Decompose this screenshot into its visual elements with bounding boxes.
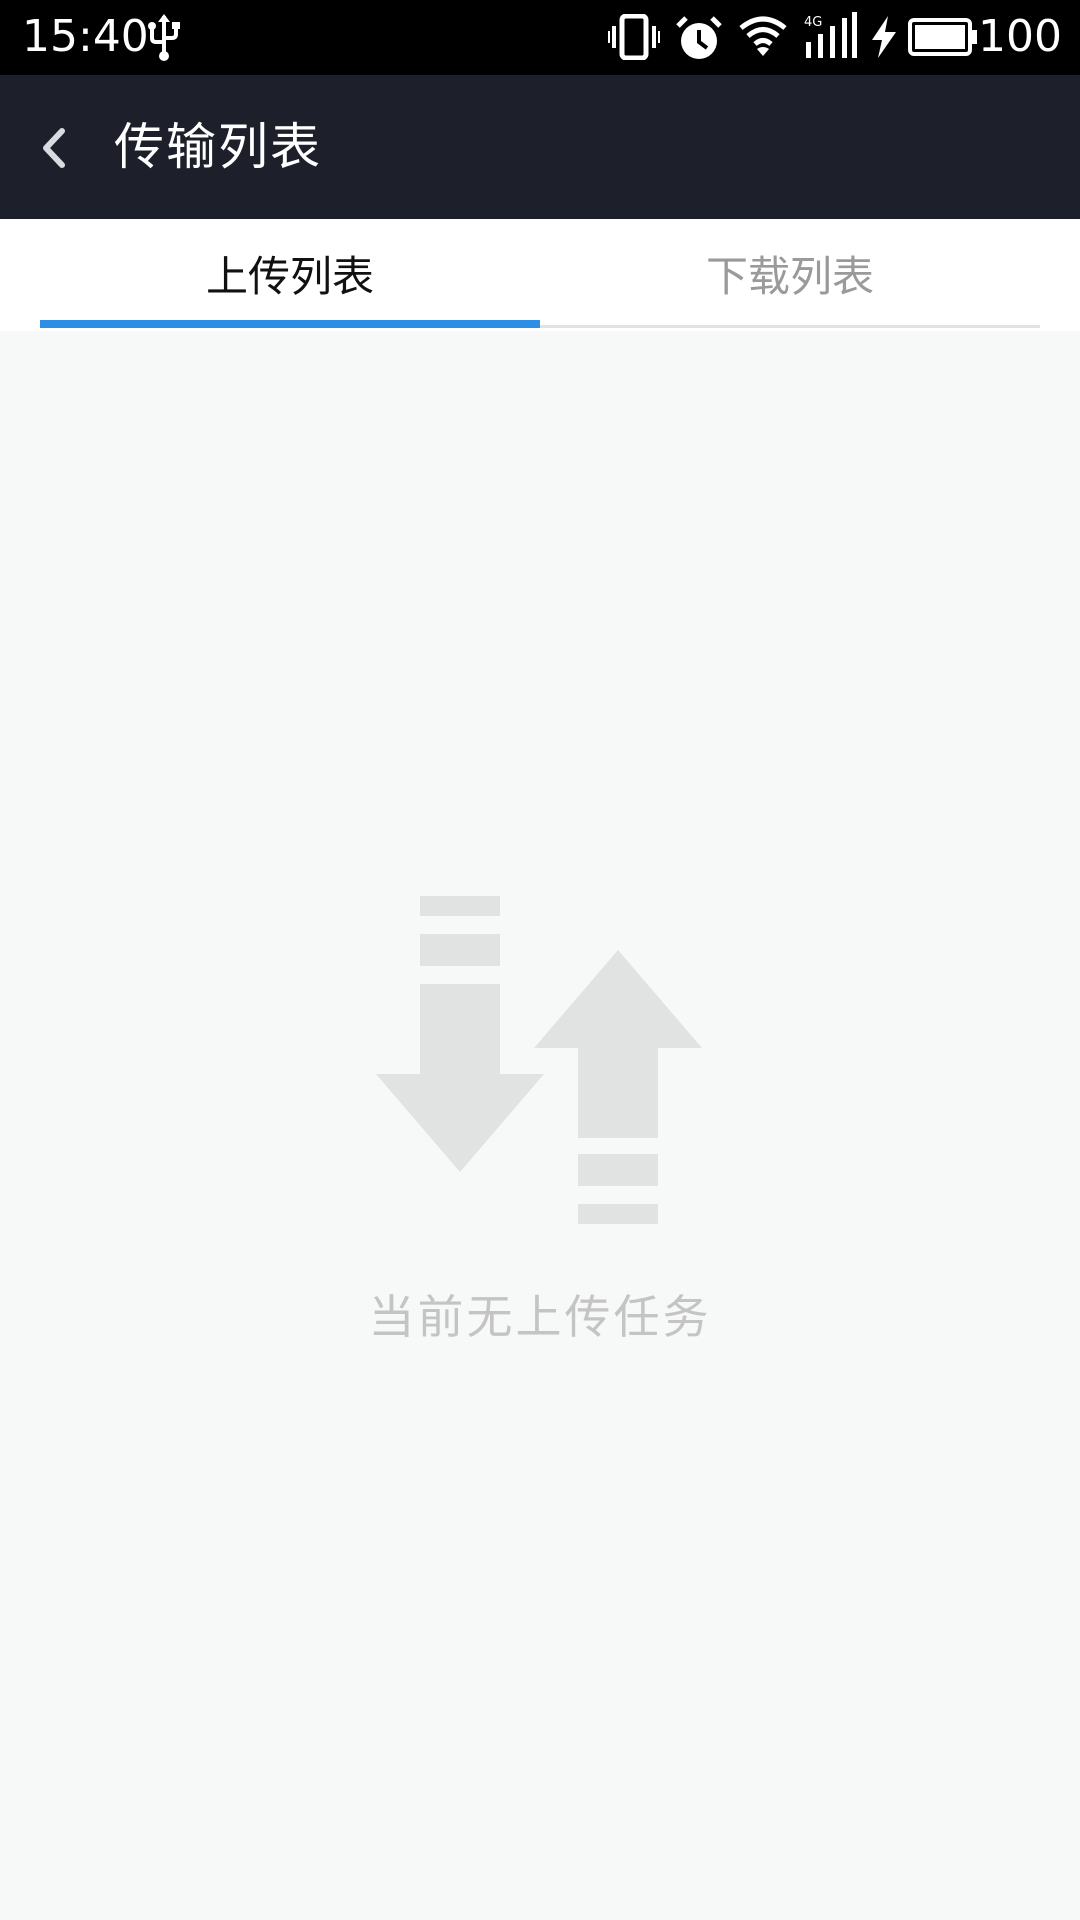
wifi-icon (739, 16, 787, 56)
tab-download-list[interactable]: 下载列表 (540, 219, 1040, 327)
battery-level: 100 (978, 11, 1062, 62)
status-time: 15:40 (22, 11, 149, 62)
toolbar: 传输列表 (0, 75, 1080, 219)
alarm-icon (676, 16, 722, 59)
tab-bar: 上传列表 下载列表 (0, 219, 1080, 331)
back-button[interactable] (30, 115, 82, 179)
page-title: 传输列表 (114, 118, 322, 176)
transfer-arrows-icon (376, 896, 702, 1224)
status-bar: 15:40 4G 100 (0, 0, 1080, 75)
vibrate-icon (608, 14, 660, 60)
usb-icon (148, 14, 180, 61)
tab-label: 下载列表 (705, 251, 874, 301)
tab-active-indicator (40, 320, 540, 328)
tab-upload-list[interactable]: 上传列表 (40, 219, 540, 327)
charging-icon (872, 16, 896, 58)
empty-state-message: 当前无上传任务 (368, 1290, 712, 1344)
cellular-signal-icon: 4G (804, 12, 857, 58)
battery-icon (908, 18, 977, 56)
tab-label: 上传列表 (205, 251, 374, 301)
svg-text:4G: 4G (804, 15, 822, 30)
chevron-left-icon (43, 128, 65, 168)
